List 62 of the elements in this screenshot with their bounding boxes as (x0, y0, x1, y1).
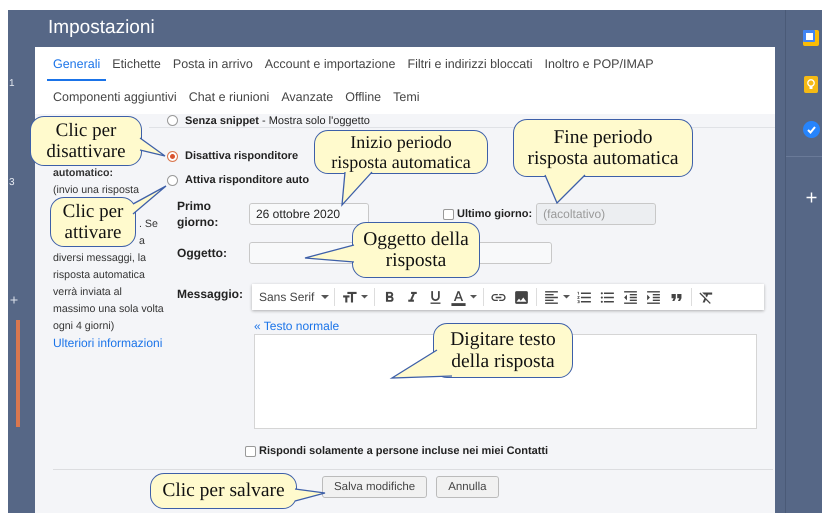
description-text: ogni 4 giorni) (53, 319, 114, 334)
radio-button[interactable] (167, 174, 178, 186)
page-title: Impostazioni (47, 16, 156, 40)
description-text: (invio una risposta (53, 183, 139, 198)
callout: Clic per attivare (50, 197, 136, 247)
callout: Oggetto della risposta (352, 222, 480, 278)
settings-tab[interactable]: Temi (387, 81, 426, 114)
caret-icon (321, 295, 330, 299)
caret-icon (563, 295, 570, 299)
font-dropdown[interactable]: Sans Serif (257, 290, 332, 304)
date-field[interactable]: (facoltativo) (536, 203, 656, 225)
field-label: Ultimo giorno: (457, 208, 532, 220)
radio-button[interactable] (167, 115, 178, 126)
description-text: automatico: (53, 166, 114, 181)
checkbox[interactable] (443, 208, 454, 220)
more-info-link[interactable]: Ulteriori informazioni (53, 335, 167, 352)
date-field[interactable]: 26 ottobre 2020 (249, 203, 369, 225)
field-label: Messaggio: (177, 286, 244, 303)
field-label: Primo giorno: (177, 198, 220, 230)
callout-pointer (342, 172, 372, 205)
caret-icon (470, 295, 478, 299)
radio-button[interactable] (167, 150, 178, 162)
checkbox[interactable] (245, 446, 256, 456)
settings-tab[interactable]: Filtri e indirizzi bloccati (401, 47, 538, 81)
description-text: massimo una sola volta (53, 302, 164, 317)
field-label: Oggetto: (177, 245, 228, 262)
strip-label: 1 (9, 78, 15, 89)
settings-tab[interactable]: Avanzate (275, 81, 340, 114)
option-label: Disattiva risponditore (185, 150, 298, 162)
caret-icon (361, 295, 368, 299)
plain-text-link[interactable]: « Testo normale (254, 319, 340, 333)
callout-pointer (392, 350, 452, 378)
callout-pointer (545, 175, 585, 203)
callout-pointer (140, 138, 165, 156)
callout-pointer (305, 245, 354, 262)
strip-label: 3 (9, 177, 15, 188)
plus-icon (8, 294, 20, 306)
callout-pointer (295, 489, 325, 501)
checkbox-label: Rispondi solamente a persone incluse nei miei Contatti (259, 445, 548, 457)
calendar-icon[interactable] (803, 30, 819, 46)
settings-tab[interactable]: Componenti aggiuntivi (47, 81, 183, 114)
description-text: . Se (139, 217, 158, 232)
description-text: diversi messaggi, la (53, 251, 146, 266)
callout: Clic per disattivare (30, 116, 142, 166)
text-color-icon (450, 288, 468, 306)
save-button[interactable]: Salva modifiche (322, 476, 428, 498)
settings-tab[interactable]: Generali (47, 47, 106, 81)
align-icon (543, 288, 560, 306)
option-label: Attiva risponditore auto (185, 174, 310, 186)
callout: Clic per salvare (150, 473, 297, 509)
settings-tab[interactable]: Chat e riunioni (182, 81, 276, 114)
description-text: risposta automatica (53, 268, 145, 283)
settings-tab[interactable]: Etichette (106, 47, 167, 81)
settings-tab[interactable]: Inoltro e POP/IMAP (538, 47, 660, 81)
tasks-icon[interactable] (802, 121, 820, 138)
description-text: verrà inviata al (53, 285, 122, 300)
option-label: Senza snippet - Mostra solo l'oggetto (185, 114, 370, 126)
settings-tab[interactable]: Posta in arrivo (166, 47, 259, 81)
cancel-button[interactable]: Annulla (436, 476, 499, 498)
description-text: a (139, 234, 145, 249)
settings-tab[interactable]: Offline (339, 81, 388, 114)
settings-tab[interactable]: Account e importazione (258, 47, 402, 81)
